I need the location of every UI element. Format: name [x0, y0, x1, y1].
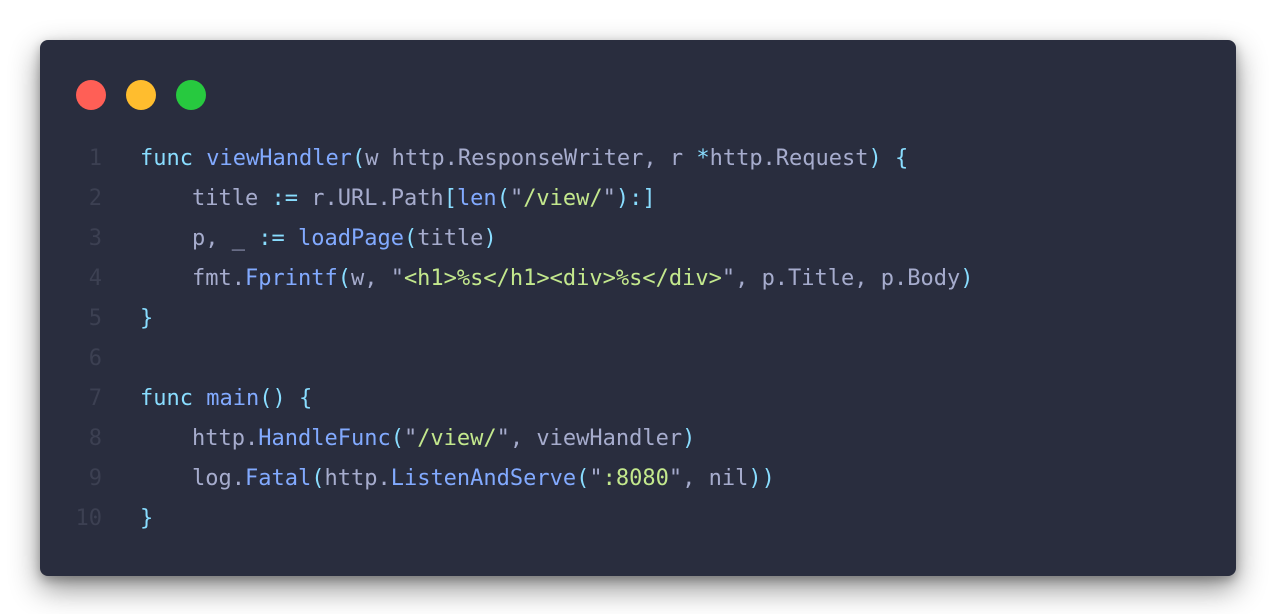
- code-token: (: [576, 466, 590, 491]
- code-token: fmt.: [192, 266, 245, 291]
- code-token: r.URL.Path: [297, 186, 444, 211]
- code-text: http.HandleFunc("/view/", viewHandler): [140, 419, 695, 459]
- code-token: http.: [192, 426, 259, 451]
- code-token: (: [311, 466, 325, 491]
- code-token: title: [417, 226, 484, 251]
- line-number: 4: [88, 266, 102, 291]
- code-token: main: [206, 386, 260, 411]
- code-text: func viewHandler(w http.ResponseWriter, …: [140, 139, 908, 179]
- code-token: func: [140, 146, 193, 171]
- code-token: loadPage: [297, 226, 404, 251]
- code-token: *: [696, 146, 710, 171]
- code-token: w, ": [350, 266, 404, 291]
- code-token: [: [443, 186, 457, 211]
- code-token: (: [337, 266, 351, 291]
- code-token: http.: [324, 466, 391, 491]
- code-token: ListenAndServe: [390, 466, 577, 491]
- code-editor: 1 func viewHandler(w http.ResponseWriter,…: [40, 139, 1236, 539]
- line-number: 9: [88, 466, 102, 491]
- code-token: () {: [259, 386, 313, 411]
- code-token: :=: [258, 226, 285, 251]
- code-line: 6: [40, 339, 1236, 379]
- line-number: 1: [88, 146, 102, 171]
- line-number: 8: [88, 426, 102, 451]
- code-token: http.Request: [709, 146, 869, 171]
- code-token: (: [351, 146, 366, 171]
- code-token: Fatal: [244, 466, 312, 491]
- code-line: 2 title := r.URL.Path[len("/view/"):]: [40, 179, 1236, 219]
- code-token: ): [682, 426, 696, 451]
- line-number: 6: [88, 346, 102, 371]
- code-text: title := r.URL.Path[len("/view/"):]: [140, 179, 656, 219]
- line-number: 2: [88, 186, 102, 211]
- code-text: log.Fatal(http.ListenAndServe(":8080", n…: [140, 459, 775, 499]
- code-token: viewHandler: [206, 146, 352, 171]
- code-line: 5}: [40, 299, 1236, 339]
- line-number: 5: [88, 306, 102, 331]
- code-token: ) {: [868, 146, 909, 171]
- code-token: ": [602, 186, 616, 211]
- code-text: fmt.Fprintf(w, "<h1>%s</h1><div>%s</div>…: [140, 259, 974, 299]
- code-text: p, _ := loadPage(title): [140, 219, 497, 259]
- code-token: :8080: [602, 466, 669, 491]
- code-line: 4 fmt.Fprintf(w, "<h1>%s</h1><div>%s</div…: [40, 259, 1236, 299]
- code-token: ": [589, 466, 603, 491]
- code-line: 9 log.Fatal(http.ListenAndServe(":8080", …: [40, 459, 1236, 499]
- code-line: 10}: [40, 499, 1236, 539]
- code-token: ):]: [615, 186, 656, 211]
- code-token: (: [496, 186, 510, 211]
- maximize-dot-icon[interactable]: [176, 80, 206, 110]
- code-token: Fprintf: [244, 266, 338, 291]
- code-token: log.: [192, 466, 245, 491]
- code-token: :=: [271, 186, 298, 211]
- close-dot-icon[interactable]: [76, 80, 106, 110]
- minimize-dot-icon[interactable]: [126, 80, 156, 110]
- code-token: /view/: [417, 426, 497, 451]
- code-text: }: [140, 499, 153, 539]
- code-token: ": [509, 186, 524, 211]
- code-token: ): [960, 266, 974, 291]
- code-token: ", viewHandler: [496, 426, 683, 451]
- line-number: 3: [88, 226, 102, 251]
- code-token: ", nil: [668, 466, 749, 491]
- code-token: (: [390, 426, 404, 451]
- code-line: 3 p, _ := loadPage(title): [40, 219, 1236, 259]
- code-token: ): [483, 226, 497, 251]
- line-number: 7: [88, 386, 102, 411]
- line-number: 10: [75, 506, 103, 531]
- code-window: 1 func viewHandler(w http.ResponseWriter,…: [40, 40, 1236, 576]
- code-token: }: [140, 506, 154, 531]
- code-text: }: [140, 299, 153, 339]
- code-token: len: [456, 186, 497, 211]
- code-token: ", p.Title, p.Body: [721, 266, 961, 291]
- code-token: <h1>%s</h1><div>%s</div>: [403, 266, 722, 291]
- code-token: p, _: [192, 226, 259, 251]
- code-token: }: [140, 306, 154, 331]
- code-token: title: [192, 186, 272, 211]
- code-token: )): [748, 466, 775, 491]
- code-token: HandleFunc: [258, 426, 391, 451]
- code-line: 1 func viewHandler(w http.ResponseWriter,…: [40, 139, 1236, 179]
- code-token: w http.ResponseWriter, r: [365, 146, 697, 171]
- code-token: /view/: [523, 186, 603, 211]
- code-token: (: [403, 226, 418, 251]
- code-token: func: [140, 386, 193, 411]
- code-line: 7 func main() {: [40, 379, 1236, 419]
- code-line: 8 http.HandleFunc("/view/", viewHandler): [40, 419, 1236, 459]
- code-token: ": [403, 426, 418, 451]
- code-text: func main() {: [140, 379, 312, 419]
